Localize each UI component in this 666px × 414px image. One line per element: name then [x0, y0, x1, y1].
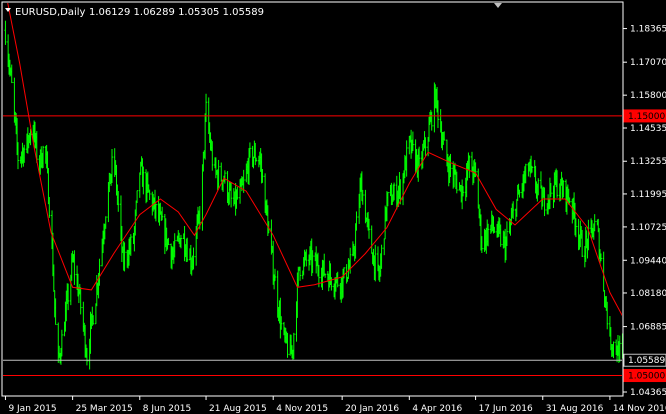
price-tick-label: 1.11995: [630, 190, 666, 200]
price-tick-label: 1.09440: [630, 256, 666, 266]
header-symbol: EURUSD,Daily: [15, 7, 86, 18]
chart-header: EURUSD,Daily 1.06129 1.06289 1.05305 1.0…: [5, 7, 264, 18]
price-tick-label: 1.06885: [630, 323, 666, 333]
price-chart[interactable]: 1.18365 1.17070 1.15800 1.14535 1.13255 1.119…: [0, 0, 666, 414]
bid-tag-label: 1.05589: [628, 356, 665, 366]
price-tick-label: 1.10725: [630, 223, 666, 233]
header-ohlc: 1.06129 1.06289 1.05305 1.05589: [89, 7, 264, 18]
time-tick-label: 31 Aug 2016: [546, 404, 604, 414]
level-tag-label: 1.05000: [628, 372, 665, 382]
price-tick-label: 1.17070: [630, 58, 666, 68]
price-chart-svg[interactable]: 1.18365 1.17070 1.15800 1.14535 1.13255 1.119…: [0, 0, 666, 414]
time-tick-label: 21 Aug 2015: [209, 404, 267, 414]
price-tick-label: 1.18365: [630, 25, 666, 35]
level-tag: 1.05000: [623, 369, 666, 383]
bid-tag: 1.05589: [623, 353, 666, 367]
time-tick-label: 20 Jan 2016: [345, 404, 399, 414]
time-tick-label: 17 Jun 2016: [479, 404, 533, 414]
time-tick-label: 14 Nov 2016: [613, 404, 666, 414]
price-tick-label: 1.15800: [630, 91, 666, 101]
time-tick-label: 9 Jan 2015: [8, 404, 56, 414]
time-tick-label: 8 Jun 2015: [143, 404, 191, 414]
time-tick-label: 4 Apr 2016: [412, 404, 462, 414]
time-tick-label: 25 Mar 2015: [76, 404, 133, 414]
price-tick-label: 1.04365: [630, 388, 666, 398]
price-tick-label: 1.13255: [630, 157, 666, 167]
level-tag: 1.15000: [623, 109, 666, 123]
price-tick-label: 1.14535: [630, 124, 666, 134]
time-tick-label: 4 Nov 2015: [276, 404, 328, 414]
price-tick-label: 1.08180: [630, 289, 666, 299]
level-tag-label: 1.15000: [628, 112, 665, 122]
